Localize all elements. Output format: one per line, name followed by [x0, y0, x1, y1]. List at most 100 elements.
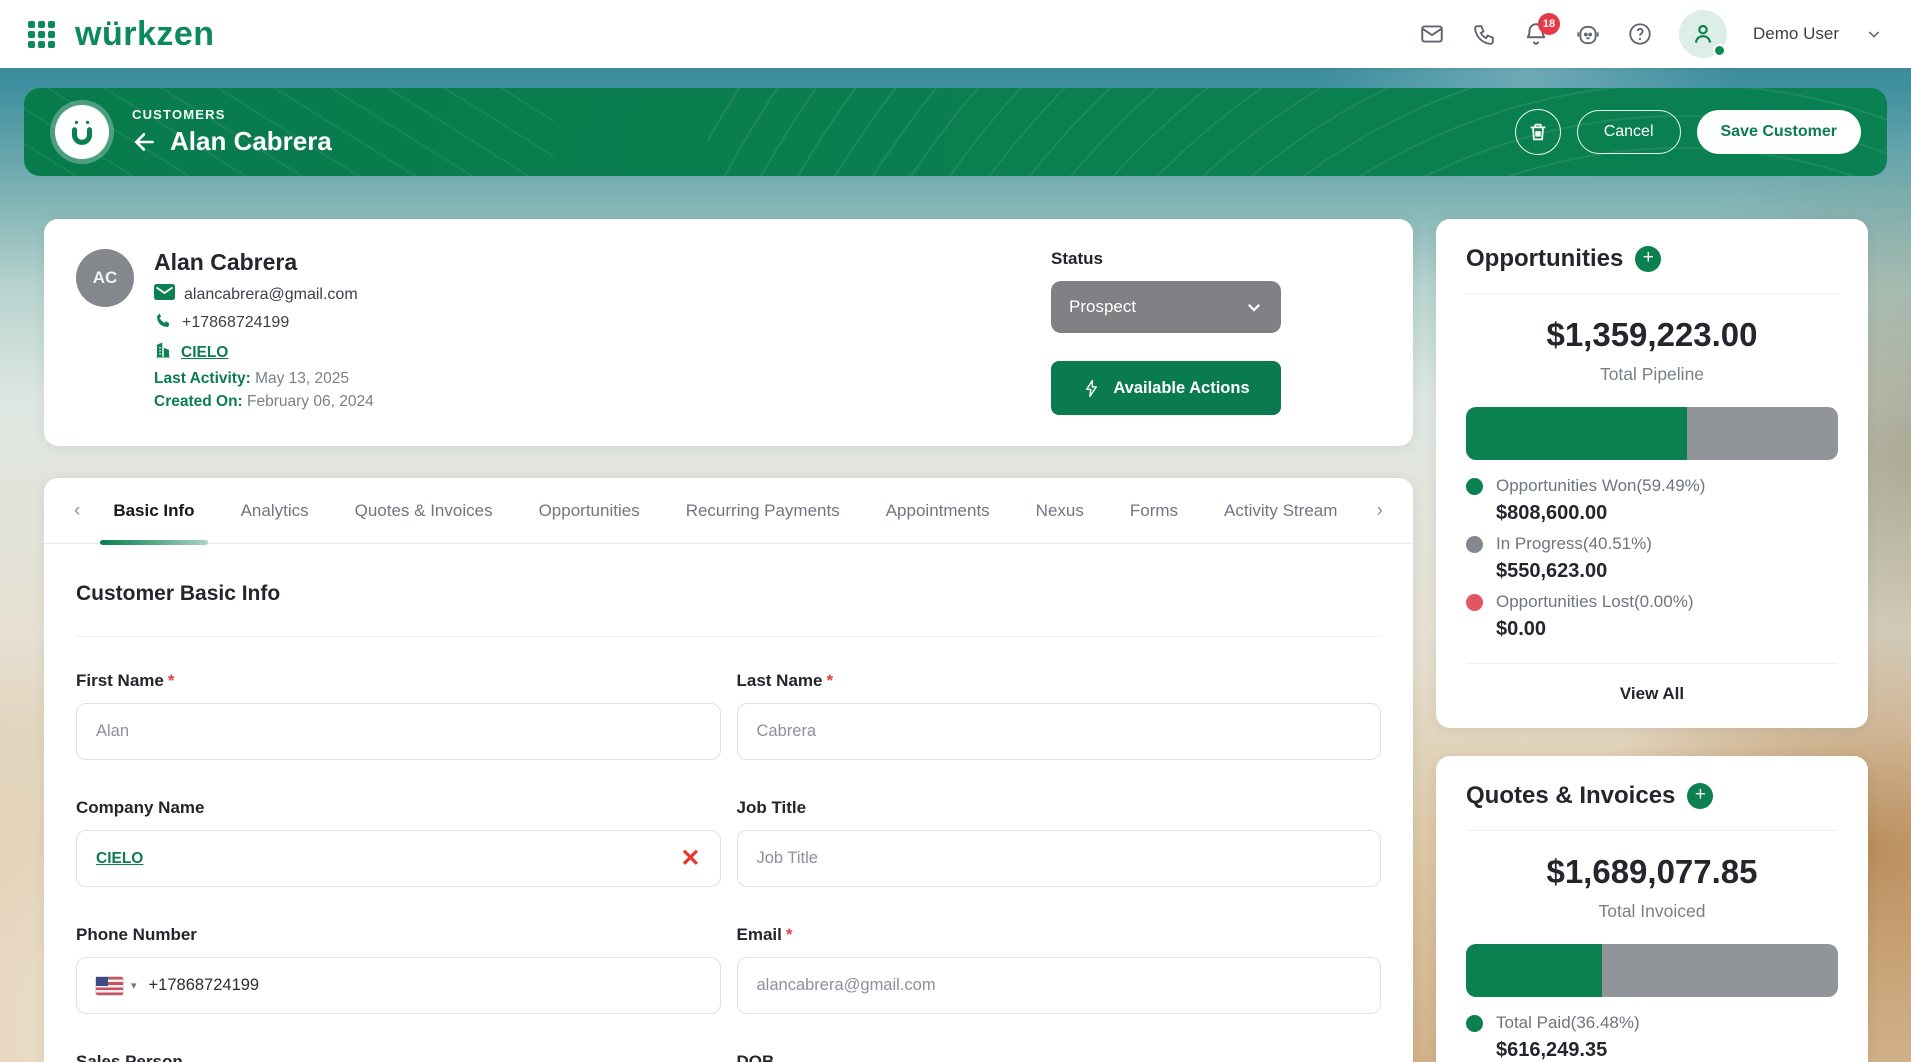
- last-activity-value: May 13, 2025: [251, 370, 349, 387]
- won-label: Opportunities Won(59.49%): [1496, 476, 1705, 496]
- wurkzen-mark-icon: [50, 100, 114, 164]
- first-name-input[interactable]: Alan: [76, 703, 721, 760]
- company-building-icon: [154, 341, 172, 364]
- job-title-field-group: Job Title Job Title: [737, 798, 1382, 887]
- tab-forms[interactable]: Forms: [1107, 478, 1201, 544]
- breadcrumb: CUSTOMERS: [132, 107, 332, 122]
- mail-icon[interactable]: [1419, 21, 1445, 47]
- chatbot-icon[interactable]: [1575, 21, 1601, 47]
- last-name-value: Cabrera: [757, 722, 817, 741]
- sales-person-field-group: Sales Person Demo User ✕: [76, 1052, 721, 1062]
- tab-nexus[interactable]: Nexus: [1013, 478, 1107, 544]
- customer-banner: CUSTOMERS Alan Cabrera Cancel Save Custo…: [24, 88, 1887, 176]
- job-title-label: Job Title: [737, 798, 807, 817]
- tab-bar: ‹ Basic Info Analytics Quotes & Invoices…: [44, 478, 1413, 544]
- back-arrow-icon[interactable]: [132, 129, 158, 155]
- quotes-invoices-title: Quotes & Invoices: [1466, 782, 1675, 810]
- phone-icon: [154, 311, 173, 335]
- lightning-icon: [1082, 379, 1101, 398]
- phone-icon[interactable]: [1471, 21, 1497, 47]
- phone-number-input[interactable]: ▾ +17868724199: [76, 957, 721, 1014]
- status-dropdown[interactable]: Prospect: [1051, 281, 1281, 333]
- tab-activity-stream[interactable]: Activity Stream: [1201, 478, 1360, 544]
- email-value: alancabrera@gmail.com: [757, 976, 936, 995]
- total-invoiced-amount: $1,689,077.85: [1466, 853, 1838, 891]
- help-icon[interactable]: [1627, 21, 1653, 47]
- job-title-placeholder: Job Title: [757, 849, 818, 868]
- customer-email[interactable]: alancabrera@gmail.com: [184, 286, 358, 304]
- add-opportunity-icon[interactable]: +: [1635, 246, 1661, 272]
- in-progress-label: In Progress(40.51%): [1496, 534, 1652, 554]
- tab-analytics[interactable]: Analytics: [218, 478, 332, 544]
- tab-opportunities[interactable]: Opportunities: [516, 478, 663, 544]
- divider: [76, 636, 1381, 637]
- customer-name: Alan Cabrera: [154, 249, 374, 276]
- company-name-label: Company Name: [76, 798, 204, 817]
- notification-badge: 18: [1538, 13, 1560, 35]
- tabs-scroll-right-icon[interactable]: ›: [1367, 500, 1393, 522]
- first-name-field-group: First Name* Alan: [76, 671, 721, 760]
- tab-basic-info[interactable]: Basic Info: [90, 478, 217, 544]
- tabs-scroll-left-icon[interactable]: ‹: [64, 500, 90, 522]
- available-actions-label: Available Actions: [1113, 379, 1249, 398]
- required-mark: *: [826, 671, 833, 690]
- won-amount: $808,600.00: [1496, 502, 1838, 525]
- chevron-down-icon: [1245, 298, 1263, 316]
- wurkzen-logo[interactable]: würkzen: [75, 15, 215, 54]
- online-status-dot: [1713, 44, 1726, 57]
- user-avatar[interactable]: [1679, 10, 1727, 58]
- total-pipeline-label: Total Pipeline: [1466, 364, 1838, 385]
- tab-appointments[interactable]: Appointments: [863, 478, 1013, 544]
- job-title-input[interactable]: Job Title: [737, 830, 1382, 887]
- lost-label: Opportunities Lost(0.00%): [1496, 592, 1694, 612]
- paid-amount: $616,249.35: [1496, 1039, 1838, 1062]
- phone-number-label: Phone Number: [76, 925, 197, 944]
- save-customer-button[interactable]: Save Customer: [1697, 110, 1862, 154]
- lost-amount: $0.00: [1496, 618, 1838, 641]
- email-icon: [154, 284, 175, 305]
- customer-detail-card: ‹ Basic Info Analytics Quotes & Invoices…: [44, 478, 1413, 1062]
- first-name-label: First Name: [76, 671, 164, 690]
- email-field-group: Email* alancabrera@gmail.com: [737, 925, 1382, 1014]
- company-name-link[interactable]: CIELO: [96, 850, 143, 868]
- email-input[interactable]: alancabrera@gmail.com: [737, 957, 1382, 1014]
- user-menu-chevron-icon[interactable]: [1865, 21, 1883, 47]
- clear-company-icon[interactable]: ✕: [680, 847, 700, 871]
- opportunities-progress-bar: [1466, 407, 1838, 460]
- notifications-bell-icon[interactable]: 18: [1523, 21, 1549, 47]
- required-mark: *: [168, 671, 175, 690]
- view-all-button[interactable]: View All: [1466, 663, 1838, 704]
- dob-label: DOB: [737, 1052, 775, 1062]
- last-name-field-group: Last Name* Cabrera: [737, 671, 1382, 760]
- quotes-invoices-card: Quotes & Invoices + $1,689,077.85 Total …: [1436, 756, 1868, 1062]
- invoices-progress-fill: [1466, 944, 1602, 997]
- flag-caret-icon[interactable]: ▾: [131, 979, 137, 992]
- status-label: Status: [1051, 249, 1281, 269]
- available-actions-button[interactable]: Available Actions: [1051, 361, 1281, 415]
- phone-number-value: +17868724199: [149, 976, 260, 995]
- add-quote-icon[interactable]: +: [1687, 783, 1713, 809]
- opportunities-title: Opportunities: [1466, 245, 1623, 273]
- total-pipeline-amount: $1,359,223.00: [1466, 316, 1838, 354]
- status-value: Prospect: [1069, 297, 1136, 317]
- company-name-field-group: Company Name CIELO ✕: [76, 798, 721, 887]
- divider: [1466, 293, 1838, 294]
- top-navbar: würkzen 18 Demo User: [0, 0, 1911, 68]
- sales-person-label: Sales Person: [76, 1052, 183, 1062]
- apps-grid-icon[interactable]: [28, 21, 55, 48]
- customer-avatar: AC: [76, 249, 134, 307]
- company-name-input[interactable]: CIELO ✕: [76, 830, 721, 887]
- delete-customer-button[interactable]: [1515, 109, 1561, 155]
- customer-company-link[interactable]: CIELO: [181, 344, 228, 362]
- tab-recurring-payments[interactable]: Recurring Payments: [663, 478, 863, 544]
- tab-quotes-invoices[interactable]: Quotes & Invoices: [332, 478, 516, 544]
- phone-number-field-group: Phone Number ▾ +17868724199: [76, 925, 721, 1014]
- cancel-button[interactable]: Cancel: [1577, 110, 1681, 154]
- user-name[interactable]: Demo User: [1753, 24, 1839, 44]
- required-mark: *: [786, 925, 793, 944]
- us-flag-icon[interactable]: [96, 977, 123, 995]
- opportunities-card: Opportunities + $1,359,223.00 Total Pipe…: [1436, 219, 1868, 728]
- created-on-value: February 06, 2024: [243, 393, 374, 410]
- last-name-input[interactable]: Cabrera: [737, 703, 1382, 760]
- customer-phone[interactable]: +17868724199: [182, 314, 289, 332]
